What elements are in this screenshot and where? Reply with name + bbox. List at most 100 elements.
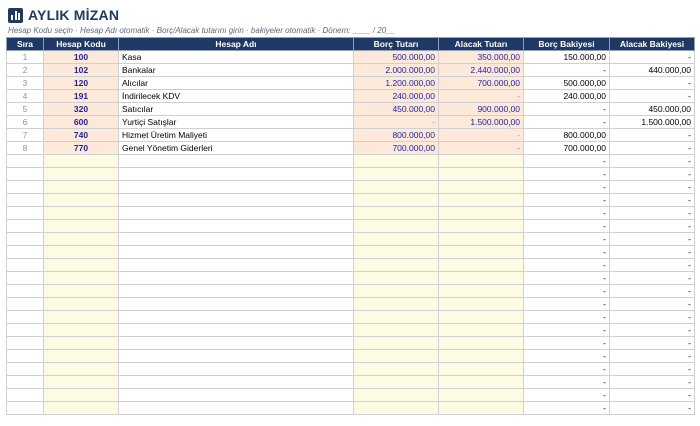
table-row-empty: -- [6,193,695,207]
cell-hesap-kodu[interactable]: 320 [43,102,119,116]
cell-alacak-tutari[interactable] [438,219,524,233]
cell-alacak-tutari[interactable] [438,349,524,363]
cell-borc-tutari[interactable]: 2.000.000,00 [353,63,439,77]
cell-alacak-tutari[interactable]: - [438,128,524,142]
cell-alacak-tutari[interactable] [438,284,524,298]
cell-alacak-tutari[interactable] [438,167,524,181]
cell-hesap-kodu[interactable]: 770 [43,141,119,155]
cell-borc-tutari[interactable]: 700.000,00 [353,141,439,155]
cell-borc-tutari[interactable] [353,154,439,168]
cell-alacak-tutari[interactable]: 350.000,00 [438,50,524,64]
cell-hesap-kodu[interactable]: 740 [43,128,119,142]
cell-hesap-adi [118,167,354,181]
cell-borc-tutari[interactable] [353,206,439,220]
cell-hesap-kodu[interactable] [43,154,119,168]
cell-borc-tutari[interactable] [353,349,439,363]
cell-alacak-tutari[interactable] [438,271,524,285]
cell-borc-tutari[interactable] [353,297,439,311]
cell-hesap-kodu[interactable] [43,245,119,259]
cell-hesap-adi [118,154,354,168]
cell-borc-tutari[interactable] [353,219,439,233]
cell-borc-bakiyesi: - [523,297,610,311]
cell-alacak-tutari[interactable] [438,362,524,376]
cell-borc-tutari[interactable]: 1.200.000,00 [353,76,439,90]
cell-alacak-tutari[interactable] [438,375,524,389]
cell-borc-tutari[interactable] [353,258,439,272]
cell-hesap-kodu[interactable]: 191 [43,89,119,103]
cell-hesap-kodu[interactable] [43,362,119,376]
cell-borc-tutari[interactable] [353,323,439,337]
cell-hesap-kodu[interactable] [43,323,119,337]
table-row-empty: -- [6,375,695,389]
cell-alacak-tutari[interactable] [438,232,524,246]
cell-hesap-adi [118,206,354,220]
cell-hesap-kodu[interactable] [43,388,119,402]
cell-alacak-tutari[interactable] [438,336,524,350]
cell-borc-tutari[interactable] [353,271,439,285]
cell-hesap-kodu[interactable] [43,284,119,298]
cell-alacak-tutari[interactable]: 2.440.000,00 [438,63,524,77]
cell-hesap-kodu[interactable] [43,375,119,389]
cell-borc-tutari[interactable] [353,180,439,194]
cell-hesap-kodu[interactable]: 600 [43,115,119,129]
cell-borc-tutari[interactable] [353,388,439,402]
cell-borc-tutari[interactable] [353,245,439,259]
cell-hesap-kodu[interactable] [43,258,119,272]
cell-borc-tutari[interactable]: 450.000,00 [353,102,439,116]
cell-alacak-tutari[interactable] [438,180,524,194]
cell-hesap-kodu[interactable] [43,297,119,311]
cell-borc-tutari[interactable] [353,167,439,181]
cell-hesap-kodu[interactable] [43,336,119,350]
cell-hesap-kodu[interactable]: 120 [43,76,119,90]
cell-alacak-tutari[interactable]: 700.000,00 [438,76,524,90]
cell-borc-tutari[interactable]: - [353,115,439,129]
cell-hesap-kodu[interactable] [43,167,119,181]
cell-hesap-kodu[interactable] [43,219,119,233]
cell-hesap-kodu[interactable] [43,271,119,285]
cell-hesap-kodu[interactable] [43,193,119,207]
cell-hesap-adi: Kasa [118,50,354,64]
cell-borc-tutari[interactable] [353,193,439,207]
cell-borc-tutari[interactable] [353,284,439,298]
cell-borc-bakiyesi: - [523,401,610,415]
cell-hesap-kodu[interactable] [43,310,119,324]
table-row-empty: -- [6,349,695,363]
cell-alacak-tutari[interactable]: 900.000,00 [438,102,524,116]
cell-alacak-tutari[interactable] [438,297,524,311]
cell-borc-bakiyesi: - [523,258,610,272]
cell-alacak-tutari[interactable] [438,154,524,168]
cell-alacak-tutari[interactable] [438,323,524,337]
cell-borc-tutari[interactable] [353,375,439,389]
cell-alacak-bakiyesi: - [609,180,695,194]
cell-alacak-tutari[interactable]: - [438,141,524,155]
cell-hesap-kodu[interactable]: 102 [43,63,119,77]
cell-alacak-tutari[interactable] [438,245,524,259]
cell-alacak-tutari[interactable] [438,401,524,415]
cell-hesap-kodu[interactable] [43,206,119,220]
cell-borc-tutari[interactable]: 500.000,00 [353,50,439,64]
cell-borc-tutari[interactable] [353,362,439,376]
cell-borc-tutari[interactable] [353,401,439,415]
cell-borc-bakiyesi: - [523,115,610,129]
cell-alacak-bakiyesi: - [609,349,695,363]
cell-borc-tutari[interactable]: 240.000,00 [353,89,439,103]
cell-hesap-kodu[interactable]: 100 [43,50,119,64]
cell-alacak-tutari[interactable] [438,258,524,272]
cell-alacak-bakiyesi: - [609,297,695,311]
cell-hesap-kodu[interactable] [43,232,119,246]
cell-alacak-tutari[interactable]: 1.500.000,00 [438,115,524,129]
cell-borc-tutari[interactable] [353,310,439,324]
cell-hesap-kodu[interactable] [43,349,119,363]
cell-alacak-tutari[interactable] [438,206,524,220]
cell-hesap-adi [118,401,354,415]
cell-alacak-tutari[interactable]: - [438,89,524,103]
cell-alacak-tutari[interactable] [438,193,524,207]
cell-borc-tutari[interactable]: 800.000,00 [353,128,439,142]
cell-alacak-tutari[interactable] [438,310,524,324]
cell-hesap-kodu[interactable] [43,401,119,415]
cell-borc-tutari[interactable] [353,336,439,350]
cell-hesap-kodu[interactable] [43,180,119,194]
table-row-empty: -- [6,401,695,415]
cell-alacak-tutari[interactable] [438,388,524,402]
cell-borc-tutari[interactable] [353,232,439,246]
